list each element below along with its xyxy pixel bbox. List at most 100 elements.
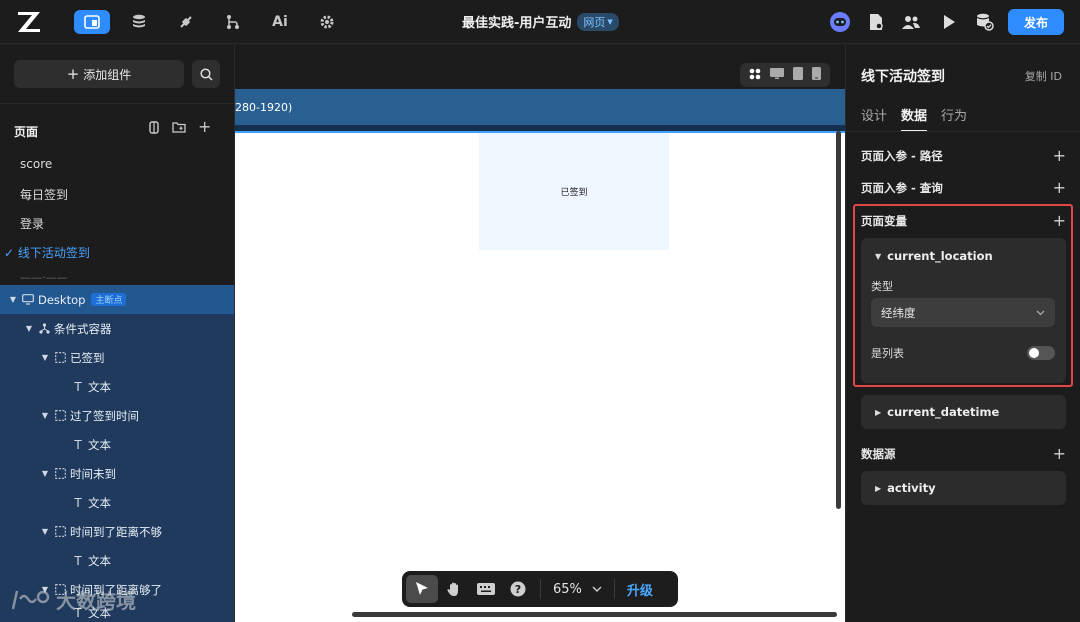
app-title-group[interactable]: 最佳实践-用户互动 网页 ▼ (462, 12, 619, 31)
text-icon: T (74, 437, 82, 452)
expand-icon[interactable]: ▼ (40, 353, 50, 362)
section-title: 数据源 (861, 447, 896, 461)
desktop-icon[interactable] (769, 68, 784, 82)
variable-name: current_datetime (887, 405, 1000, 419)
expand-icon[interactable]: ▶ (875, 484, 881, 493)
tree-node-conditional-container[interactable]: ▼ 条件式容器 (0, 314, 234, 343)
ai-icon[interactable]: Ai (262, 10, 298, 34)
canvas[interactable]: 280-1920) 已签到 ? 65% 升级 (235, 45, 845, 622)
help-button[interactable]: ? (502, 575, 534, 603)
expand-icon[interactable]: ▼ (40, 527, 50, 536)
container-icon (53, 410, 67, 421)
add-folder-icon[interactable] (172, 121, 186, 137)
main-breakpoint-badge: 主断点 (91, 293, 127, 306)
database-icon[interactable] (121, 10, 157, 34)
add-icon[interactable]: + (1053, 180, 1066, 196)
play-icon[interactable] (937, 10, 961, 34)
toolbar-divider (540, 579, 541, 599)
datasource-name: activity (887, 481, 936, 495)
tree-node-past-time[interactable]: ▼ 过了签到时间 (0, 401, 234, 430)
expand-icon[interactable]: ▼ (24, 324, 34, 333)
add-icon[interactable]: + (1053, 446, 1066, 462)
text-icon: T (74, 379, 82, 394)
tab-design[interactable]: 设计 (861, 105, 887, 132)
publish-check-icon[interactable] (973, 10, 997, 34)
page-item-login[interactable]: 登录 (20, 215, 44, 232)
divider (0, 103, 234, 104)
publish-button[interactable]: 发布 (1008, 9, 1064, 35)
tree-node-label: 文本 (88, 495, 111, 510)
search-button[interactable] (192, 60, 220, 88)
horizontal-scrollbar[interactable] (352, 612, 837, 617)
section-query-params: 页面入参 - 查询 + (861, 180, 1066, 196)
check-icon: ✓ (4, 246, 18, 260)
breakpoint-label: 280-1920) (235, 101, 293, 114)
container-icon (53, 526, 67, 537)
connector-icon[interactable] (168, 10, 204, 34)
tree-node-label: 过了签到时间 (70, 408, 139, 423)
add-page-icon[interactable]: + (198, 119, 211, 137)
tree-node-signed[interactable]: ▼ 已签到 (0, 343, 234, 372)
users-icon[interactable] (899, 10, 923, 34)
assistant-icon[interactable] (828, 10, 852, 34)
logo-icon[interactable] (16, 10, 42, 34)
tree-node-not-yet[interactable]: ▼ 时间未到 (0, 459, 234, 488)
zoom-select[interactable]: 65% (547, 582, 608, 597)
platform-badge[interactable]: 网页 ▼ (577, 12, 619, 31)
signed-container[interactable]: 已签到 (479, 133, 669, 250)
layout-icon[interactable] (74, 10, 110, 34)
gear-icon[interactable] (309, 10, 345, 34)
page-settings-icon[interactable] (864, 10, 888, 34)
canvas-header (235, 45, 845, 89)
expand-icon[interactable]: ▶ (875, 408, 881, 417)
page-item-score[interactable]: score (20, 157, 52, 171)
select-tool-button[interactable] (406, 575, 438, 603)
add-icon[interactable]: + (1053, 148, 1066, 164)
grid-view-icon[interactable] (749, 68, 761, 83)
hand-tool-button[interactable] (438, 575, 470, 603)
tree-node-text[interactable]: T 文本 (0, 430, 234, 459)
text-icon: T (74, 553, 82, 568)
tree-node-desktop[interactable]: ▼ Desktop 主断点 (0, 285, 234, 314)
breakpoint-band[interactable]: 280-1920) (235, 89, 845, 125)
tree-node-text[interactable]: T 文本 (0, 488, 234, 517)
page-item-offline-checkin[interactable]: ✓ 线下活动签到 (4, 244, 90, 261)
add-component-button[interactable]: + 添加组件 (14, 60, 184, 88)
tablet-icon[interactable] (793, 67, 804, 83)
container-icon (53, 352, 67, 363)
app-title: 最佳实践-用户互动 (462, 16, 572, 31)
plus-icon: + (66, 65, 80, 83)
datasource-card-activity[interactable]: ▶ activity (861, 471, 1066, 505)
tree-node-label: 文本 (88, 553, 111, 568)
page-layers-icon[interactable] (148, 121, 160, 137)
expand-icon[interactable]: ▼ (40, 411, 50, 420)
tree-node-label: 时间未到 (70, 466, 116, 481)
toolbar-divider (613, 579, 615, 599)
component-tree: ▼ Desktop 主断点 ▼ 条件式容器 ▼ 已签到 T 文本 ▼ 过了签到时… (0, 285, 234, 622)
signed-text[interactable]: 已签到 (560, 185, 587, 198)
expand-icon[interactable]: ▼ (40, 469, 50, 478)
mobile-icon[interactable] (812, 67, 822, 83)
svg-text:?: ? (515, 583, 521, 596)
variable-card-current-datetime[interactable]: ▶ current_datetime (861, 395, 1066, 429)
page-item-partial[interactable]: ——·—— (20, 271, 220, 279)
device-switcher (740, 63, 830, 87)
vertical-scrollbar[interactable] (836, 131, 841, 509)
page-item-daily-checkin[interactable]: 每日签到 (20, 186, 68, 203)
platform-badge-label: 网页 (583, 15, 606, 29)
expand-icon[interactable]: ▼ (8, 295, 18, 304)
tree-node-text[interactable]: T 文本 (0, 546, 234, 575)
tab-behavior[interactable]: 行为 (941, 105, 967, 132)
search-icon (199, 67, 213, 81)
text-icon: T (74, 495, 82, 510)
copy-id-button[interactable]: 复制 ID (1025, 68, 1062, 84)
keyboard-button[interactable] (470, 575, 502, 603)
tab-data[interactable]: 数据 (901, 105, 928, 132)
tree-node-text[interactable]: T 文本 (0, 372, 234, 401)
tree-node-distance-short[interactable]: ▼ 时间到了距离不够 (0, 517, 234, 546)
tree-node-label: 时间到了距离不够 (70, 524, 162, 539)
workflow-icon[interactable] (215, 10, 251, 34)
upgrade-link[interactable]: 升级 (621, 580, 653, 599)
left-panel: + 添加组件 页面 + score 每日签到 登录 ✓ 线下活动签到 ——·——… (0, 45, 235, 622)
highlight-box (853, 204, 1073, 387)
